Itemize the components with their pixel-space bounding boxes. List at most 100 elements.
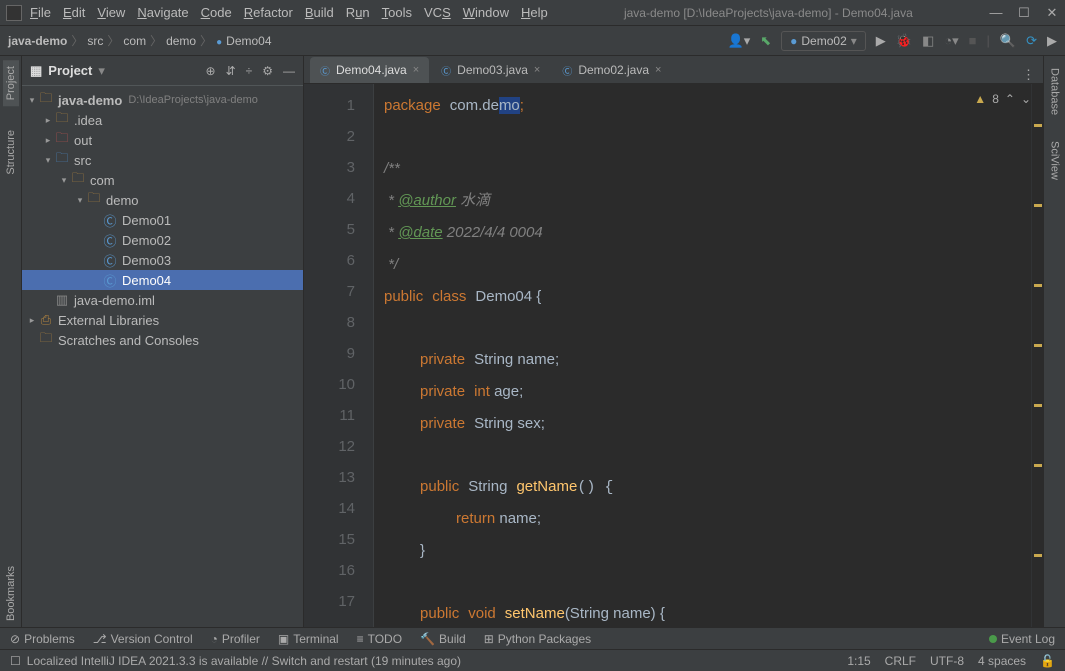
bt-todo[interactable]: ≡TODO bbox=[357, 632, 402, 646]
panel-settings-icon[interactable]: ⚙ bbox=[262, 64, 273, 78]
readonly-lock-icon[interactable]: 🔓 bbox=[1040, 654, 1055, 668]
debug-button[interactable]: 🐞 bbox=[896, 33, 912, 49]
stop-button[interactable]: ■ bbox=[969, 33, 977, 48]
close-tab-icon[interactable]: × bbox=[655, 64, 661, 76]
tree-com[interactable]: ▾🗀com bbox=[22, 170, 303, 190]
close-tab-icon[interactable]: × bbox=[534, 64, 540, 76]
tree-root[interactable]: ▾🗀 java-demoD:\IdeaProjects\java-demo bbox=[22, 90, 303, 110]
collapse-all-icon[interactable]: ÷ bbox=[246, 64, 253, 78]
line-separator[interactable]: CRLF bbox=[885, 654, 916, 668]
bc-com[interactable]: com bbox=[123, 34, 146, 48]
menu-build[interactable]: Build bbox=[305, 5, 334, 20]
menu-refactor[interactable]: Refactor bbox=[244, 5, 293, 20]
warning-count: 8 bbox=[992, 92, 999, 106]
bt-terminal[interactable]: ▣Terminal bbox=[278, 632, 339, 646]
tab-overflow-icon[interactable]: ⋮ bbox=[1022, 67, 1035, 83]
rail-database[interactable]: Database bbox=[1047, 62, 1063, 121]
ide-settings-icon[interactable]: ▶ bbox=[1047, 33, 1057, 49]
inspection-widget[interactable]: ▲ 8 ⌃ ⌄ bbox=[970, 90, 1035, 108]
project-panel-header: ▦Project ▾ ⊕ ⇵ ÷ ⚙ — bbox=[22, 56, 303, 86]
sync-icon[interactable]: ⟳ bbox=[1026, 33, 1037, 49]
project-tool-icon: ▦ bbox=[30, 63, 42, 79]
profile-button[interactable]: ◔▾ bbox=[944, 33, 958, 49]
tree-ext-libs[interactable]: ▸⎙External Libraries bbox=[22, 310, 303, 330]
project-panel-title: Project bbox=[48, 63, 92, 78]
menu-vcs[interactable]: VCS bbox=[424, 5, 451, 20]
menu-code[interactable]: Code bbox=[201, 5, 232, 20]
main-menu: File Edit View Navigate Code Refactor Bu… bbox=[30, 5, 548, 20]
bt-event-log[interactable]: Event Log bbox=[989, 632, 1055, 646]
caret-position[interactable]: 1:15 bbox=[847, 654, 870, 668]
rail-sciview[interactable]: SciView bbox=[1047, 135, 1063, 186]
vcs-icon: ⎇ bbox=[93, 632, 107, 646]
close-button[interactable]: ✕ bbox=[1045, 5, 1059, 21]
breadcrumb: java-demo 〉 src 〉 com 〉 demo 〉 Demo04 bbox=[8, 32, 272, 49]
menu-edit[interactable]: Edit bbox=[63, 5, 85, 20]
coverage-button[interactable]: ◧ bbox=[922, 33, 934, 49]
close-tab-icon[interactable]: × bbox=[413, 64, 419, 76]
tree-class-0[interactable]: ⒸDemo01 bbox=[22, 210, 303, 230]
gutter: 123 456 789 101112 131415 161718 bbox=[304, 84, 374, 627]
bc-class[interactable]: Demo04 bbox=[216, 34, 271, 48]
menu-help[interactable]: Help bbox=[521, 5, 548, 20]
menu-run[interactable]: Run bbox=[346, 5, 370, 20]
tree-class-2[interactable]: ⒸDemo03 bbox=[22, 250, 303, 270]
status-message[interactable]: Localized IntelliJ IDEA 2021.3.3 is avai… bbox=[27, 654, 461, 668]
warning-icon: ▲ bbox=[974, 92, 986, 106]
run-config-dropdown[interactable]: ● Demo02 ▾ bbox=[781, 31, 866, 51]
editor[interactable]: 123 456 789 101112 131415 161718 package… bbox=[304, 84, 1043, 627]
tree-src[interactable]: ▾🗀src bbox=[22, 150, 303, 170]
python-icon: ⊞ bbox=[484, 632, 494, 646]
tree-class-3[interactable]: ⒸDemo04 bbox=[22, 270, 303, 290]
search-icon[interactable]: 🔍 bbox=[1000, 33, 1016, 49]
editor-tabs: ⒸDemo04.java× ⒸDemo03.java× ⒸDemo02.java… bbox=[304, 56, 1043, 84]
minimize-button[interactable]: ― bbox=[989, 5, 1003, 21]
file-encoding[interactable]: UTF-8 bbox=[930, 654, 964, 668]
left-tool-rail: Project Structure Bookmarks bbox=[0, 56, 22, 627]
menu-tools[interactable]: Tools bbox=[382, 5, 412, 20]
bt-profiler[interactable]: ◔Profiler bbox=[211, 632, 260, 646]
status-bar: ☐ Localized IntelliJ IDEA 2021.3.3 is av… bbox=[0, 649, 1065, 671]
maximize-button[interactable]: ☐ bbox=[1017, 5, 1031, 21]
tab-demo03[interactable]: ⒸDemo03.java× bbox=[431, 57, 550, 83]
tree-class-1[interactable]: ⒸDemo02 bbox=[22, 230, 303, 250]
bc-demo[interactable]: demo bbox=[166, 34, 196, 48]
bt-python[interactable]: ⊞Python Packages bbox=[484, 632, 591, 646]
tree-idea[interactable]: ▸🗀.idea bbox=[22, 110, 303, 130]
menu-file[interactable]: File bbox=[30, 5, 51, 20]
bc-project[interactable]: java-demo bbox=[8, 34, 67, 48]
todo-icon: ≡ bbox=[357, 632, 364, 646]
error-stripe[interactable] bbox=[1031, 84, 1043, 627]
menu-view[interactable]: View bbox=[97, 5, 125, 20]
bt-version-control[interactable]: ⎇Version Control bbox=[93, 632, 193, 646]
rail-structure[interactable]: Structure bbox=[3, 124, 19, 181]
bc-src[interactable]: src bbox=[87, 34, 103, 48]
tree-out[interactable]: ▸🗀out bbox=[22, 130, 303, 150]
tab-demo04[interactable]: ⒸDemo04.java× bbox=[310, 57, 429, 83]
indent-info[interactable]: 4 spaces bbox=[978, 654, 1026, 668]
nav-toolbar: java-demo 〉 src 〉 com 〉 demo 〉 Demo04 👤▾… bbox=[0, 26, 1065, 56]
bt-build[interactable]: 🔨Build bbox=[420, 632, 466, 646]
rail-project[interactable]: Project bbox=[3, 60, 19, 106]
menu-window[interactable]: Window bbox=[463, 5, 509, 20]
code-area[interactable]: package com.demo; /** * @author 水滴 * @da… bbox=[374, 84, 1031, 627]
menu-navigate[interactable]: Navigate bbox=[137, 5, 188, 20]
terminal-icon: ▣ bbox=[278, 632, 289, 646]
bt-problems[interactable]: ⊘Problems bbox=[10, 632, 75, 646]
inspect-up-icon[interactable]: ⌃ bbox=[1005, 92, 1015, 106]
tree-iml[interactable]: ▥java-demo.iml bbox=[22, 290, 303, 310]
inspect-down-icon[interactable]: ⌄ bbox=[1021, 92, 1031, 106]
bottom-tool-tabs: ⊘Problems ⎇Version Control ◔Profiler ▣Te… bbox=[0, 627, 1065, 649]
select-opened-icon[interactable]: ⊕ bbox=[206, 64, 216, 78]
tab-demo02[interactable]: ⒸDemo02.java× bbox=[552, 57, 671, 83]
project-tree: ▾🗀 java-demoD:\IdeaProjects\java-demo ▸🗀… bbox=[22, 86, 303, 627]
user-icon[interactable]: 👤▾ bbox=[728, 33, 751, 49]
tree-demo[interactable]: ▾🗀demo bbox=[22, 190, 303, 210]
run-button[interactable]: ▶ bbox=[876, 33, 886, 49]
expand-all-icon[interactable]: ⇵ bbox=[226, 64, 236, 78]
rail-bookmarks[interactable]: Bookmarks bbox=[3, 560, 19, 627]
hammer-icon[interactable]: ⬉ bbox=[760, 33, 771, 49]
hide-panel-icon[interactable]: — bbox=[283, 64, 295, 78]
tree-scratches[interactable]: 🗀Scratches and Consoles bbox=[22, 330, 303, 350]
title-bar: File Edit View Navigate Code Refactor Bu… bbox=[0, 0, 1065, 26]
